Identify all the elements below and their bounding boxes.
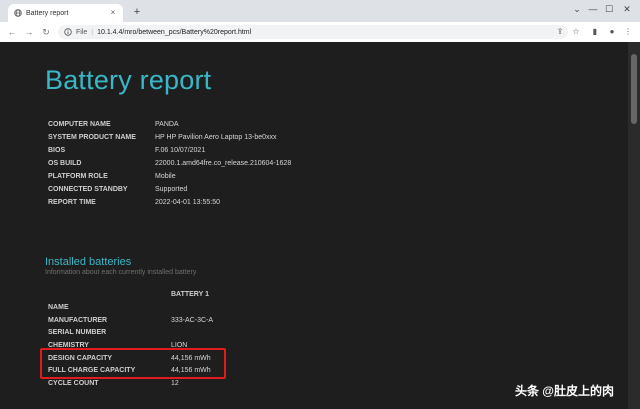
info-value: Mobile — [155, 173, 176, 180]
info-value: 22000.1.amd64fre.co_release.210604-1628 — [155, 160, 292, 167]
battery-label: MANUFACTURER — [48, 316, 108, 324]
side-panel-icon[interactable]: ▮ — [589, 26, 601, 38]
browser-window: Battery report × + ⌄ — ☐ ✕ ← → ↻ File | … — [0, 0, 640, 409]
address-url[interactable]: 10.1.4.4/mro/between_pcs/Battery%20repor… — [97, 29, 251, 36]
page-title: Battery report — [45, 65, 212, 95]
capacity-highlight-box — [40, 348, 226, 379]
battery-value: 333-AC-3C-A — [171, 316, 214, 324]
section-subtitle: Information about each currently install… — [45, 269, 197, 276]
info-value: 2022-04-01 13:55:50 — [155, 199, 220, 206]
info-row: PLATFORM ROLE Mobile — [48, 170, 291, 183]
section-title-installed-batteries: Installed batteries — [45, 256, 132, 268]
battery-row: CYCLE COUNT 12 — [48, 377, 213, 390]
tab-title: Battery report — [26, 9, 69, 17]
reload-button[interactable]: ↻ — [40, 26, 52, 38]
browser-toolbar: ← → ↻ File | 10.1.4.4/mro/between_pcs/Ba… — [0, 22, 640, 43]
info-value: F.06 10/07/2021 — [155, 147, 206, 154]
info-row: BIOS F.06 10/07/2021 — [48, 144, 291, 157]
info-row: SYSTEM PRODUCT NAME HP HP Pavilion Aero … — [48, 131, 291, 144]
new-tab-button[interactable]: + — [131, 6, 143, 18]
forward-button[interactable]: → — [23, 26, 35, 38]
system-info-table: COMPUTER NAME PANDA SYSTEM PRODUCT NAME … — [48, 118, 291, 209]
address-bar[interactable]: File | 10.1.4.4/mro/between_pcs/Battery%… — [58, 25, 568, 39]
battery-row: NAME — [48, 301, 213, 314]
battery-row: SERIAL NUMBER — [48, 326, 213, 339]
address-separator: | — [91, 28, 94, 36]
info-label: OS BUILD — [48, 160, 82, 167]
info-label: REPORT TIME — [48, 199, 96, 206]
tab-battery-report[interactable]: Battery report × — [8, 4, 123, 22]
info-label: COMPUTER NAME — [48, 121, 111, 128]
battery-label: CYCLE COUNT — [48, 379, 99, 387]
globe-icon — [14, 9, 22, 17]
battery-value: 12 — [171, 379, 179, 387]
scrollbar[interactable] — [628, 42, 640, 409]
info-label: SYSTEM PRODUCT NAME — [48, 134, 136, 141]
tab-strip: Battery report × + ⌄ — ☐ ✕ — [0, 0, 640, 22]
profile-icon[interactable]: ● — [606, 26, 618, 38]
battery-table-header: BATTERY 1 — [48, 288, 213, 301]
menu-icon[interactable]: ⋮ — [622, 26, 634, 38]
info-row: OS BUILD 22000.1.amd64fre.co_release.210… — [48, 157, 291, 170]
info-label: PLATFORM ROLE — [48, 173, 108, 180]
report-page: Battery report COMPUTER NAME PANDA SYSTE… — [0, 42, 628, 409]
info-row: CONNECTED STANDBY Supported — [48, 183, 291, 196]
close-tab-icon[interactable]: × — [108, 8, 118, 18]
address-scheme: File — [76, 28, 88, 36]
watermark: 头条 @肚皮上的肉 — [514, 384, 614, 398]
info-row: REPORT TIME 2022-04-01 13:55:50 — [48, 196, 291, 209]
info-label: BIOS — [48, 147, 66, 154]
back-button[interactable]: ← — [6, 26, 18, 38]
info-icon[interactable] — [64, 28, 72, 36]
bookmark-star-icon[interactable]: ☆ — [570, 26, 582, 38]
scrollbar-thumb[interactable] — [631, 54, 637, 124]
info-row: COMPUTER NAME PANDA — [48, 118, 291, 131]
info-label: CONNECTED STANDBY — [48, 186, 128, 193]
share-icon[interactable]: ⇪ — [554, 26, 566, 38]
battery-row: MANUFACTURER 333-AC-3C-A — [48, 314, 213, 327]
battery-label: NAME — [48, 303, 69, 311]
info-value: PANDA — [155, 121, 179, 128]
info-value: Supported — [155, 186, 188, 193]
close-window-button[interactable]: ✕ — [614, 0, 640, 18]
battery-label: SERIAL NUMBER — [48, 329, 107, 337]
info-value: HP HP Pavilion Aero Laptop 13-be0xxx — [155, 134, 277, 141]
battery-column-header: BATTERY 1 — [171, 291, 209, 298]
